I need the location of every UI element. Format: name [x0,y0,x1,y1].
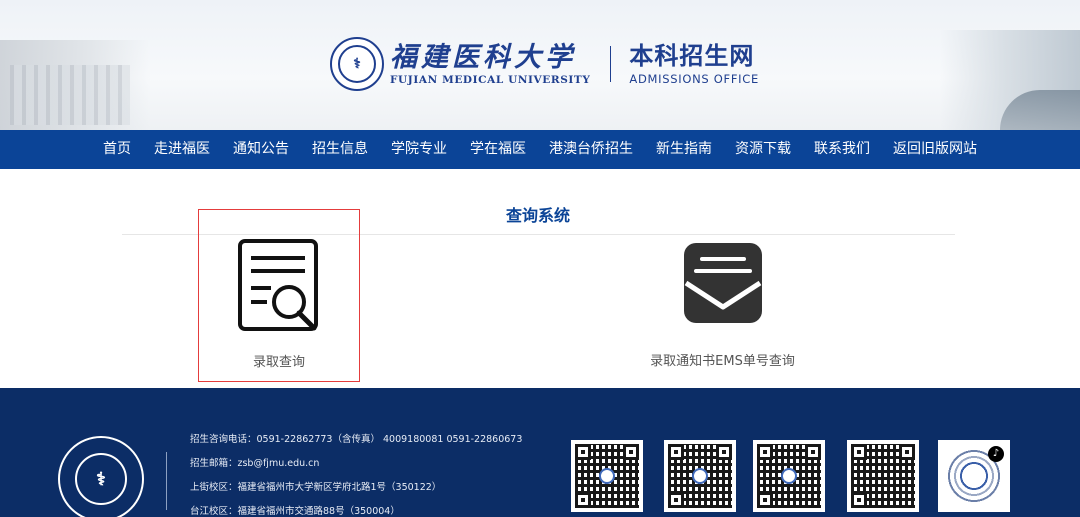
site-footer: ⚕ 招生咨询电话：0591-22862773（含传真） 4009180081 0… [0,388,1080,517]
nav-item-contact[interactable]: 联系我们 [803,130,882,169]
footer-divider [166,452,167,510]
qr-code-icon [571,440,643,512]
footer-university-seal-icon: ⚕ [58,436,144,517]
footer-phone: 招生咨询电话：0591-22862773（含传真） 4009180081 059… [190,434,523,445]
tiktok-icon: ♪ [988,446,1004,462]
tiktok-qr-code-icon: ♪ [938,440,1010,512]
logo-divider [610,46,612,82]
nav-item-notices[interactable]: 通知公告 [222,130,301,169]
page-title: 查询系统 [505,206,570,225]
nav-item-about[interactable]: 走进福医 [143,130,222,169]
mail-envelope-icon [683,243,762,323]
footer-campus-shangjie: 上街校区：福建省福州市大学新区学府北路1号（350122） [190,482,442,493]
admission-query-card[interactable]: 录取查询 [198,209,360,382]
nav-item-study[interactable]: 学在福医 [459,130,538,169]
campus-building-left-windows [10,65,130,125]
ems-tracking-query-label: 录取通知书EMS单号查询 [650,354,795,369]
footer-contact-info: 招生咨询电话：0591-22862773（含传真） 4009180081 059… [190,428,522,517]
admission-query-label: 录取查询 [252,355,305,370]
nav-item-colleges-majors[interactable]: 学院专业 [380,130,459,169]
site-logo[interactable]: ⚕ 福建医科大学 FUJIAN MEDICAL UNIVERSITY 本科招生网… [330,36,759,92]
nav-item-hk-macau-taiwan[interactable]: 港澳台侨招生 [538,130,645,169]
nav-item-downloads[interactable]: 资源下载 [724,130,803,169]
qr-code-icon [753,440,825,512]
nav-item-freshman-guide[interactable]: 新生指南 [645,130,724,169]
nav-item-home[interactable]: 首页 [92,130,143,169]
document-search-icon [238,239,318,331]
main-nav: 首页 走进福医 通知公告 招生信息 学院专业 学在福医 港澳台侨招生 新生指南 … [0,130,1080,169]
footer-email: 招生邮箱：zsb@fjmu.edu.cn [190,458,320,469]
office-name-en: ADMISSIONS OFFICE [629,72,759,86]
university-name: 福建医科大学 FUJIAN MEDICAL UNIVERSITY [390,41,591,86]
university-name-en: FUJIAN MEDICAL UNIVERSITY [390,73,591,86]
office-name-cn: 本科招生网 [629,42,755,70]
qr-code-icon [847,440,919,512]
university-name-cn: 福建医科大学 [390,41,576,73]
qr-code-icon [664,440,736,512]
site-header: ⚕ 福建医科大学 FUJIAN MEDICAL UNIVERSITY 本科招生网… [0,0,1080,130]
university-seal-icon: ⚕ [330,37,384,91]
footer-campus-taijiang: 台江校区：福建省福州市交通路88号（350004） [190,506,400,517]
nav-item-admissions-info[interactable]: 招生信息 [301,130,380,169]
admissions-office-title: 本科招生网 ADMISSIONS OFFICE [629,42,759,86]
nav-item-old-site[interactable]: 返回旧版网站 [882,130,989,169]
ems-tracking-query-card[interactable]: 录取通知书EMS单号查询 [640,209,805,382]
